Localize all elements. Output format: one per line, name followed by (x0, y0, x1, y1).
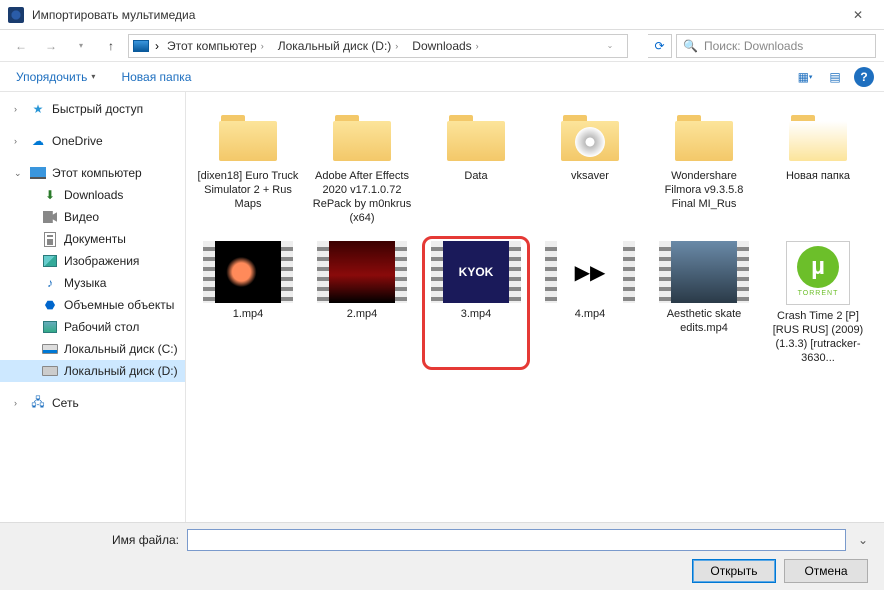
file-label: Новая папка (786, 169, 850, 183)
file-item[interactable]: 2.mp4 (308, 236, 416, 370)
file-label: [dixen18] Euro Truck Simulator 2 + Rus M… (197, 169, 299, 211)
video-thumbnail: KYOK (431, 241, 521, 303)
close-button[interactable]: ✕ (840, 3, 876, 27)
file-label: 1.mp4 (233, 307, 264, 321)
sidebar-documents[interactable]: Документы (0, 228, 185, 250)
crumb-drive-d[interactable]: Локальный диск (D:)› (272, 37, 405, 55)
filename-label: Имя файла: (112, 533, 179, 547)
refresh-button[interactable]: ⟳ (648, 34, 672, 58)
sidebar-drive-c[interactable]: Локальный диск (C:) (0, 338, 185, 360)
file-item[interactable]: vksaver (536, 104, 644, 230)
file-item[interactable]: 1.mp4 (194, 236, 302, 370)
file-item[interactable]: Data (422, 104, 530, 230)
view-icons-button[interactable]: ▦▾ (794, 67, 816, 87)
chevron-right-icon: › (155, 39, 159, 53)
file-label: 3.mp4 (461, 307, 492, 321)
folder-icon (557, 109, 623, 165)
sidebar-this-pc[interactable]: ⌄Этот компьютер (0, 162, 185, 184)
file-label: Data (464, 169, 487, 183)
back-button[interactable]: ← (8, 34, 34, 58)
sidebar-pictures[interactable]: Изображения (0, 250, 185, 272)
file-label: Adobe After Effects 2020 v17.1.0.72 RePa… (311, 169, 413, 225)
crumb-thispc[interactable]: Этот компьютер› (161, 37, 270, 55)
new-folder-button[interactable]: Новая папка (115, 66, 197, 88)
video-thumbnail: ▶▶ (545, 241, 635, 303)
file-item[interactable]: Adobe After Effects 2020 v17.1.0.72 RePa… (308, 104, 416, 230)
breadcrumb-dropdown[interactable]: ⌄ (597, 34, 623, 58)
file-item[interactable]: ▶▶ 4.mp4 (536, 236, 644, 370)
search-input[interactable]: 🔍 Поиск: Downloads (676, 34, 876, 58)
toolbar: Упорядочить▾ Новая папка ▦▾ ▤ ? (0, 62, 884, 92)
video-thumbnail (317, 241, 407, 303)
pc-icon (133, 40, 149, 52)
video-thumbnail (659, 241, 749, 303)
file-item[interactable]: Aesthetic skate edits.mp4 (650, 236, 758, 370)
open-button[interactable]: Открыть (692, 559, 776, 583)
file-label: 2.mp4 (347, 307, 378, 321)
folder-icon (215, 109, 281, 165)
sidebar: ›★Быстрый доступ ›☁OneDrive ⌄Этот компью… (0, 92, 186, 522)
folder-icon (671, 109, 737, 165)
file-label: Crash Time 2 [P] [RUS RUS] (2009) (1.3.3… (767, 309, 869, 365)
navbar: ← → ▾ ↑ › Этот компьютер› Локальный диск… (0, 30, 884, 62)
folder-icon (443, 109, 509, 165)
file-label: vksaver (571, 169, 609, 183)
sidebar-downloads[interactable]: ⬇Downloads (0, 184, 185, 206)
up-button[interactable]: ↑ (98, 34, 124, 58)
sidebar-desktop[interactable]: Рабочий стол (0, 316, 185, 338)
sidebar-onedrive[interactable]: ›☁OneDrive (0, 130, 185, 152)
sidebar-quick-access[interactable]: ›★Быстрый доступ (0, 98, 185, 120)
view-details-button[interactable]: ▤ (824, 67, 846, 87)
folder-icon (329, 109, 395, 165)
crumb-downloads[interactable]: Downloads› (406, 37, 484, 55)
filename-input[interactable] (187, 529, 846, 551)
file-label: 4.mp4 (575, 307, 606, 321)
folder-icon (785, 109, 851, 165)
sidebar-music[interactable]: ♪Музыка (0, 272, 185, 294)
search-placeholder: Поиск: Downloads (704, 39, 803, 53)
file-item[interactable]: [dixen18] Euro Truck Simulator 2 + Rus M… (194, 104, 302, 230)
sidebar-drive-d[interactable]: Локальный диск (D:) (0, 360, 185, 382)
file-item[interactable]: Wondershare Filmora v9.3.5.8 Final MI_Ru… (650, 104, 758, 230)
file-item[interactable]: µTORRENTCrash Time 2 [P] [RUS RUS] (2009… (764, 236, 872, 370)
help-button[interactable]: ? (854, 67, 874, 87)
filename-dropdown[interactable]: ⌄ (854, 533, 872, 547)
window-title: Импортировать мультимедиа (32, 8, 840, 22)
sidebar-network[interactable]: ›🖧Сеть (0, 392, 185, 414)
titlebar: Импортировать мультимедиа ✕ (0, 0, 884, 30)
torrent-icon: µTORRENT (786, 241, 850, 305)
organize-menu[interactable]: Упорядочить▾ (10, 66, 101, 88)
sidebar-video[interactable]: Видео (0, 206, 185, 228)
file-label: Aesthetic skate edits.mp4 (653, 307, 755, 335)
search-icon: 🔍 (683, 39, 698, 53)
file-item[interactable]: Новая папка (764, 104, 872, 230)
breadcrumb[interactable]: › Этот компьютер› Локальный диск (D:)› D… (128, 34, 628, 58)
app-icon (8, 7, 24, 23)
dialog-footer: Имя файла: ⌄ Открыть Отмена (0, 522, 884, 590)
sidebar-3d-objects[interactable]: ⬣Объемные объекты (0, 294, 185, 316)
recent-dropdown[interactable]: ▾ (68, 34, 94, 58)
forward-button[interactable]: → (38, 34, 64, 58)
video-thumbnail (203, 241, 293, 303)
file-label: Wondershare Filmora v9.3.5.8 Final MI_Ru… (653, 169, 755, 211)
file-item[interactable]: KYOK 3.mp4 (422, 236, 530, 370)
file-pane[interactable]: [dixen18] Euro Truck Simulator 2 + Rus M… (186, 92, 884, 522)
cancel-button[interactable]: Отмена (784, 559, 868, 583)
